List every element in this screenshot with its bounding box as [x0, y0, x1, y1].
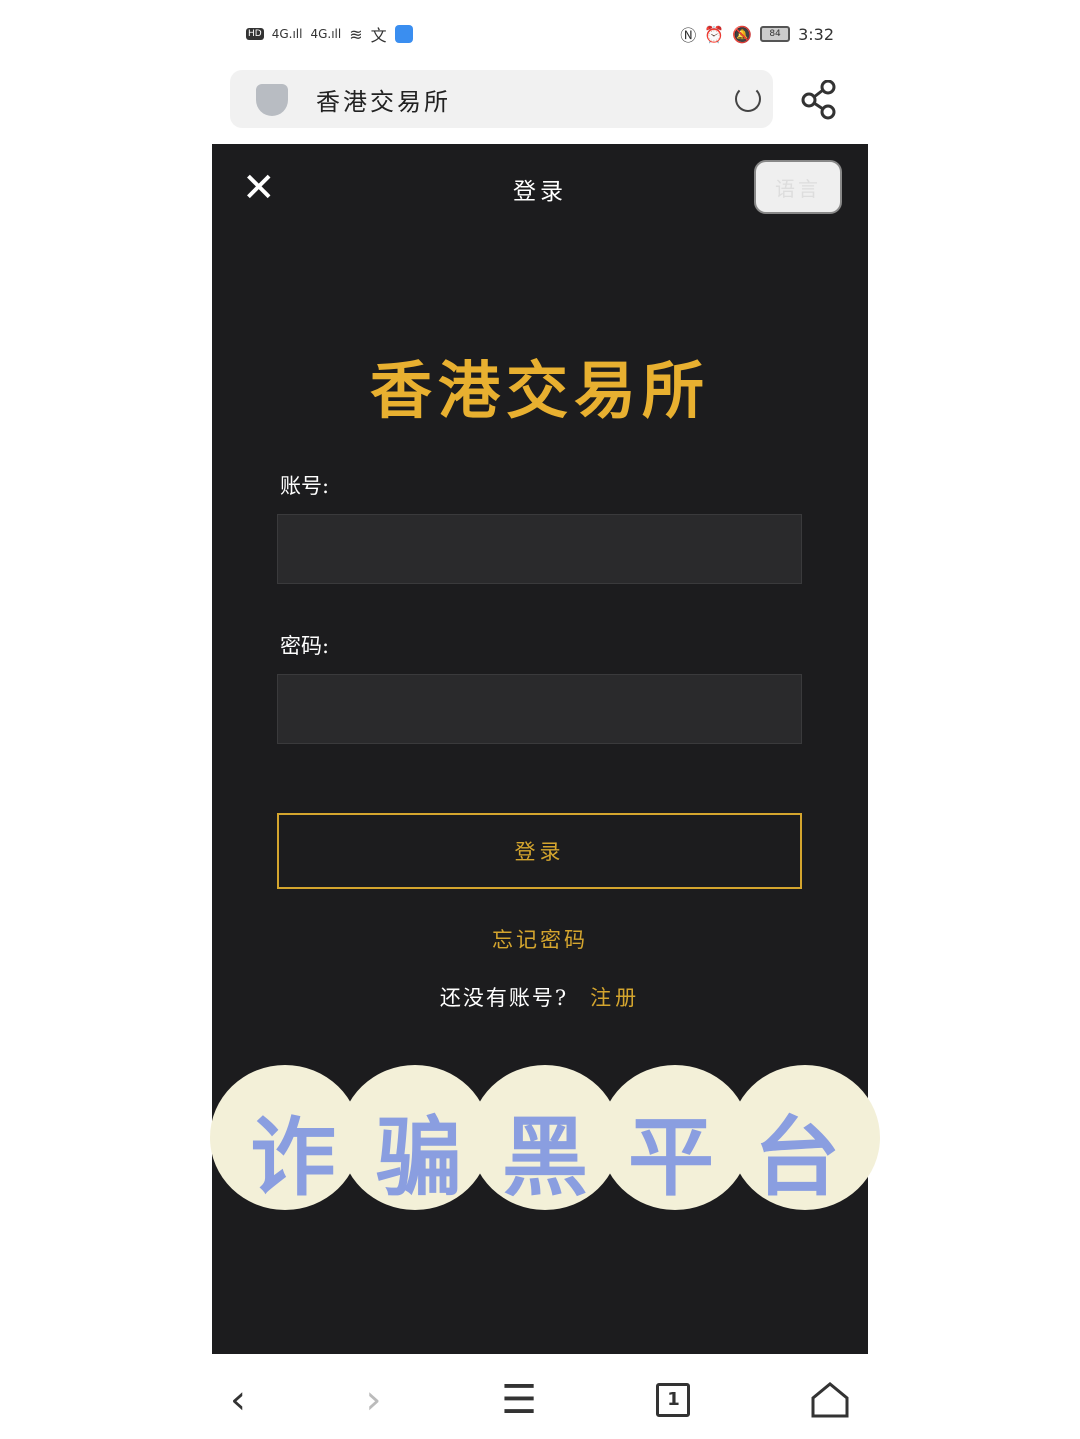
overlay-char: 台 [754, 1108, 840, 1208]
menu-icon[interactable]: ☰ [501, 1377, 537, 1423]
battery-icon: 84 [760, 26, 791, 42]
address-bar[interactable]: 香港交易所 [230, 70, 773, 128]
language-button[interactable]: 语言 [754, 160, 842, 214]
signal-icon: 4G.ıll [271, 27, 303, 41]
cloud-app-icon [394, 25, 413, 43]
register-prompt: 还没有账号? [439, 986, 569, 1010]
account-label: 账号: [280, 474, 330, 498]
brand-title: 香港交易所 [369, 354, 710, 427]
reload-icon[interactable] [735, 86, 761, 112]
tabs-button[interactable]: 1 [656, 1383, 691, 1417]
overlay-char: 诈 [250, 1108, 336, 1208]
nfc-icon: Ⓝ [680, 26, 697, 45]
overlay-char: 骗 [376, 1108, 462, 1208]
share-icon[interactable] [800, 80, 840, 120]
translate-icon: 文 [370, 26, 387, 45]
back-icon[interactable]: ‹ [230, 1377, 246, 1423]
home-icon[interactable] [810, 1380, 850, 1420]
overlay-char: 黑 [502, 1108, 588, 1208]
forgot-password-link[interactable]: 忘记密码 [212, 924, 868, 954]
clock: 3:32 [798, 24, 834, 44]
password-input[interactable] [277, 674, 802, 744]
hd-icon: HD [246, 28, 264, 40]
forward-icon[interactable]: › [366, 1377, 382, 1423]
register-row: 还没有账号? 注册 [212, 982, 868, 1012]
wifi-icon: ≋ [349, 24, 363, 44]
register-link[interactable]: 注册 [590, 986, 640, 1010]
login-button[interactable]: 登录 [277, 813, 802, 889]
page-title-url[interactable]: 香港交易所 [316, 82, 451, 117]
network-type: 4G [271, 27, 289, 41]
overlay-char: 平 [628, 1108, 714, 1208]
alarm-icon: ⏰ [704, 24, 725, 44]
scam-warning-overlay: 诈 骗 黑 平 台 [210, 1065, 880, 1215]
mute-icon: 🔕 [732, 24, 753, 44]
shield-icon [256, 84, 288, 116]
status-bar: HD 4G.ıll 4G.ıll ≋ 文 Ⓝ ⏰ 🔕 84 3:32 [246, 14, 834, 54]
browser-nav-bar: ‹ › ☰ 1 [230, 1370, 850, 1430]
account-input[interactable] [277, 514, 802, 584]
signal-icon: 4G.ıll [310, 27, 342, 41]
password-label: 密码: [280, 634, 330, 658]
